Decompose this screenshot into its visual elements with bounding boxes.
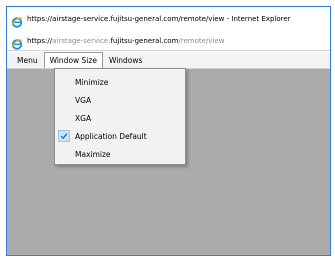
window-size-dropdown: Minimize VGA XGA Application Default Max…	[54, 68, 186, 165]
menu-bar: Menu Window Size Windows	[7, 52, 330, 69]
url-domain: fujitsu-general.com	[110, 36, 179, 45]
url-subdomain: airstage-service.	[52, 36, 111, 45]
menu-menu[interactable]: Menu	[11, 52, 44, 68]
dropdown-item-application-default[interactable]: Application Default	[55, 128, 185, 144]
address-bar[interactable]: https://airstage-service.fujitsu-general…	[7, 31, 330, 51]
checkmark-icon	[58, 130, 70, 142]
browser-window: https://airstage-service.fujitsu-general…	[6, 6, 331, 256]
dropdown-item-vga[interactable]: VGA	[55, 92, 185, 108]
title-bar: https://airstage-service.fujitsu-general…	[7, 7, 330, 31]
dropdown-item-label: VGA	[75, 95, 92, 105]
dropdown-item-label: Maximize	[75, 149, 111, 159]
address-url[interactable]: https://airstage-service.fujitsu-general…	[27, 37, 224, 45]
dropdown-item-label: Application Default	[75, 131, 147, 141]
window-title: https://airstage-service.fujitsu-general…	[27, 15, 291, 23]
internet-explorer-icon	[11, 35, 23, 50]
dropdown-item-minimize[interactable]: Minimize	[55, 74, 185, 90]
url-path: /remote/view	[178, 36, 225, 45]
url-scheme: https://	[27, 36, 53, 45]
menu-window-size[interactable]: Window Size	[43, 52, 103, 68]
dropdown-item-maximize[interactable]: Maximize	[55, 146, 185, 162]
menu-windows[interactable]: Windows	[103, 52, 148, 68]
dropdown-item-label: Minimize	[75, 77, 109, 87]
internet-explorer-icon	[11, 13, 23, 28]
dropdown-item-xga[interactable]: XGA	[55, 110, 185, 126]
dropdown-item-label: XGA	[75, 113, 92, 123]
